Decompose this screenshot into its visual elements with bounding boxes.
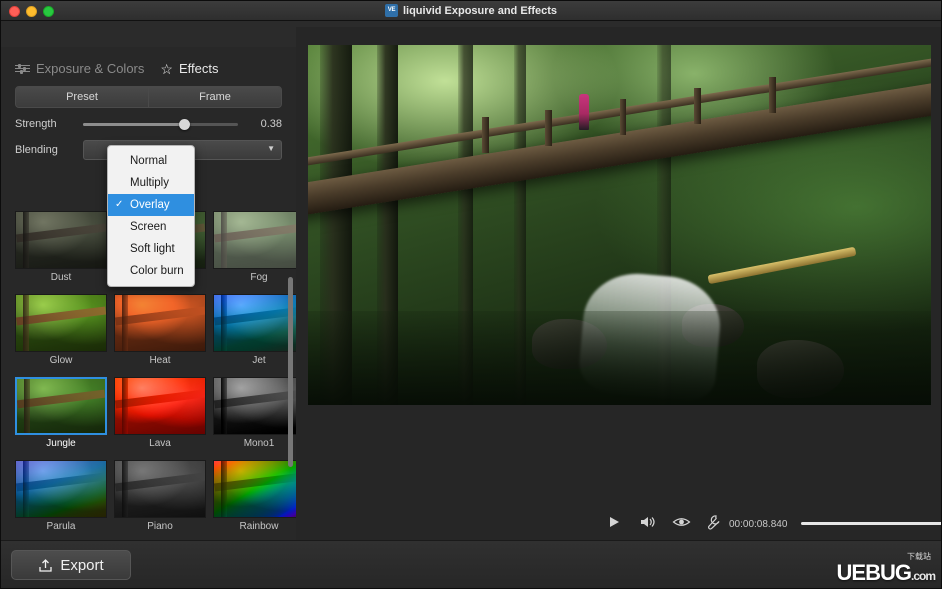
playhead-timeline[interactable] [801,522,942,525]
current-time-label: 00:00:08.840 [729,519,787,530]
app-icon: VE [385,4,398,17]
preset-thumbnail [213,294,296,352]
tab-effects-label: Effects [179,61,219,76]
preset-glow[interactable]: Glow [15,294,107,367]
preset-thumbnail [213,460,296,518]
bottom-bar: Export Size: 1920 x 1080 px Quality: 80 … [1,540,941,588]
watermark-sub: 下载站 [907,551,931,562]
preset-jungle[interactable]: Jungle [15,377,107,450]
left-panel: Exposure & Colors ☆ Effects Preset Frame… [1,47,296,542]
preset-tab[interactable]: Preset [16,87,149,107]
blend-mode-option-screen[interactable]: Screen [108,216,194,238]
preset-thumbnail [15,460,107,518]
preset-thumbnail [15,377,107,435]
transport-controls [606,514,722,530]
blend-mode-dropdown-menu[interactable]: Normal Multiply Overlay Screen Soft ligh… [107,145,195,287]
watermark-suffix: .com [911,569,935,583]
preset-rainbow[interactable]: Rainbow [213,460,296,533]
preset-label: Parula [15,521,107,533]
strength-row: Strength 0.38 [1,108,296,134]
blending-label: Blending [15,144,83,156]
export-button[interactable]: Export [11,550,131,580]
strength-value: 0.38 [248,118,282,130]
wrench-icon[interactable] [705,514,722,530]
preset-label: Mono1 [213,438,296,450]
preset-label: Jet [213,355,296,367]
preset-thumbnail [15,211,107,269]
preset-frame-toggle-row: Preset Frame [1,86,296,108]
title-bar-center: VE liquivid Exposure and Effects [1,4,941,17]
preset-label: Piano [114,521,206,533]
watermark: UEBUG.com [837,560,935,586]
preset-label: Lava [114,438,206,450]
speaker-icon[interactable] [639,514,656,530]
strength-slider[interactable] [83,123,238,126]
watermark-text: UEBUG [837,560,911,585]
export-button-label: Export [60,557,103,574]
tab-exposure-colors-label: Exposure & Colors [36,61,144,76]
preset-dust[interactable]: Dust [15,211,107,284]
preset-heat[interactable]: Heat [114,294,206,367]
video-preview[interactable] [308,45,931,405]
eye-icon[interactable] [672,514,689,530]
maximize-window-button[interactable] [43,6,54,17]
export-icon [38,558,53,573]
star-icon: ☆ [160,62,173,76]
preset-grid-scrollbar[interactable] [288,277,293,467]
blend-mode-option-normal[interactable]: Normal [108,150,194,172]
close-window-button[interactable] [9,6,20,17]
blend-mode-option-color-burn[interactable]: Color burn [108,260,194,282]
preset-jet[interactable]: Jet [213,294,296,367]
preset-mono1[interactable]: Mono1 [213,377,296,450]
preset-label: Fog [213,272,296,284]
foreground-foliage [308,311,931,405]
preset-label: Glow [15,355,107,367]
preset-thumbnail [114,294,206,352]
preset-piano[interactable]: Piano [114,460,206,533]
window-title: liquivid Exposure and Effects [403,5,557,17]
play-icon[interactable] [606,514,623,530]
preset-parula[interactable]: Parula [15,460,107,533]
preset-label: Rainbow [213,521,296,533]
person-on-bridge [579,94,589,130]
sliders-icon [15,65,30,72]
preset-lava[interactable]: Lava [114,377,206,450]
title-bar: VE liquivid Exposure and Effects [1,1,941,21]
preset-label: Dust [15,272,107,284]
preset-thumbnail [114,460,206,518]
preset-thumbnail [213,211,296,269]
minimize-window-button[interactable] [26,6,37,17]
preset-thumbnail [114,377,206,435]
blend-mode-option-overlay[interactable]: Overlay [108,194,194,216]
chevron-down-icon: ▼ [267,145,275,153]
preset-fog[interactable]: Fog [213,211,296,284]
tab-exposure-colors[interactable]: Exposure & Colors [15,61,144,76]
preset-label: Heat [114,355,206,367]
preset-thumbnail [15,294,107,352]
app-window: VE liquivid Exposure and Effects Exposur… [0,0,942,589]
frame-tab[interactable]: Frame [149,87,281,107]
panel-tabs: Exposure & Colors ☆ Effects [1,47,296,86]
preset-label: Jungle [15,438,107,450]
blend-mode-option-multiply[interactable]: Multiply [108,172,194,194]
window-controls [9,6,54,17]
blend-mode-option-soft-light[interactable]: Soft light [108,238,194,260]
preset-thumbnail [213,377,296,435]
preview-panel: 00:00:08.840 Export range: › ‹ [296,27,942,542]
preset-frame-segmented[interactable]: Preset Frame [15,86,282,108]
strength-label: Strength [15,118,83,130]
tab-effects[interactable]: ☆ Effects [160,61,218,76]
